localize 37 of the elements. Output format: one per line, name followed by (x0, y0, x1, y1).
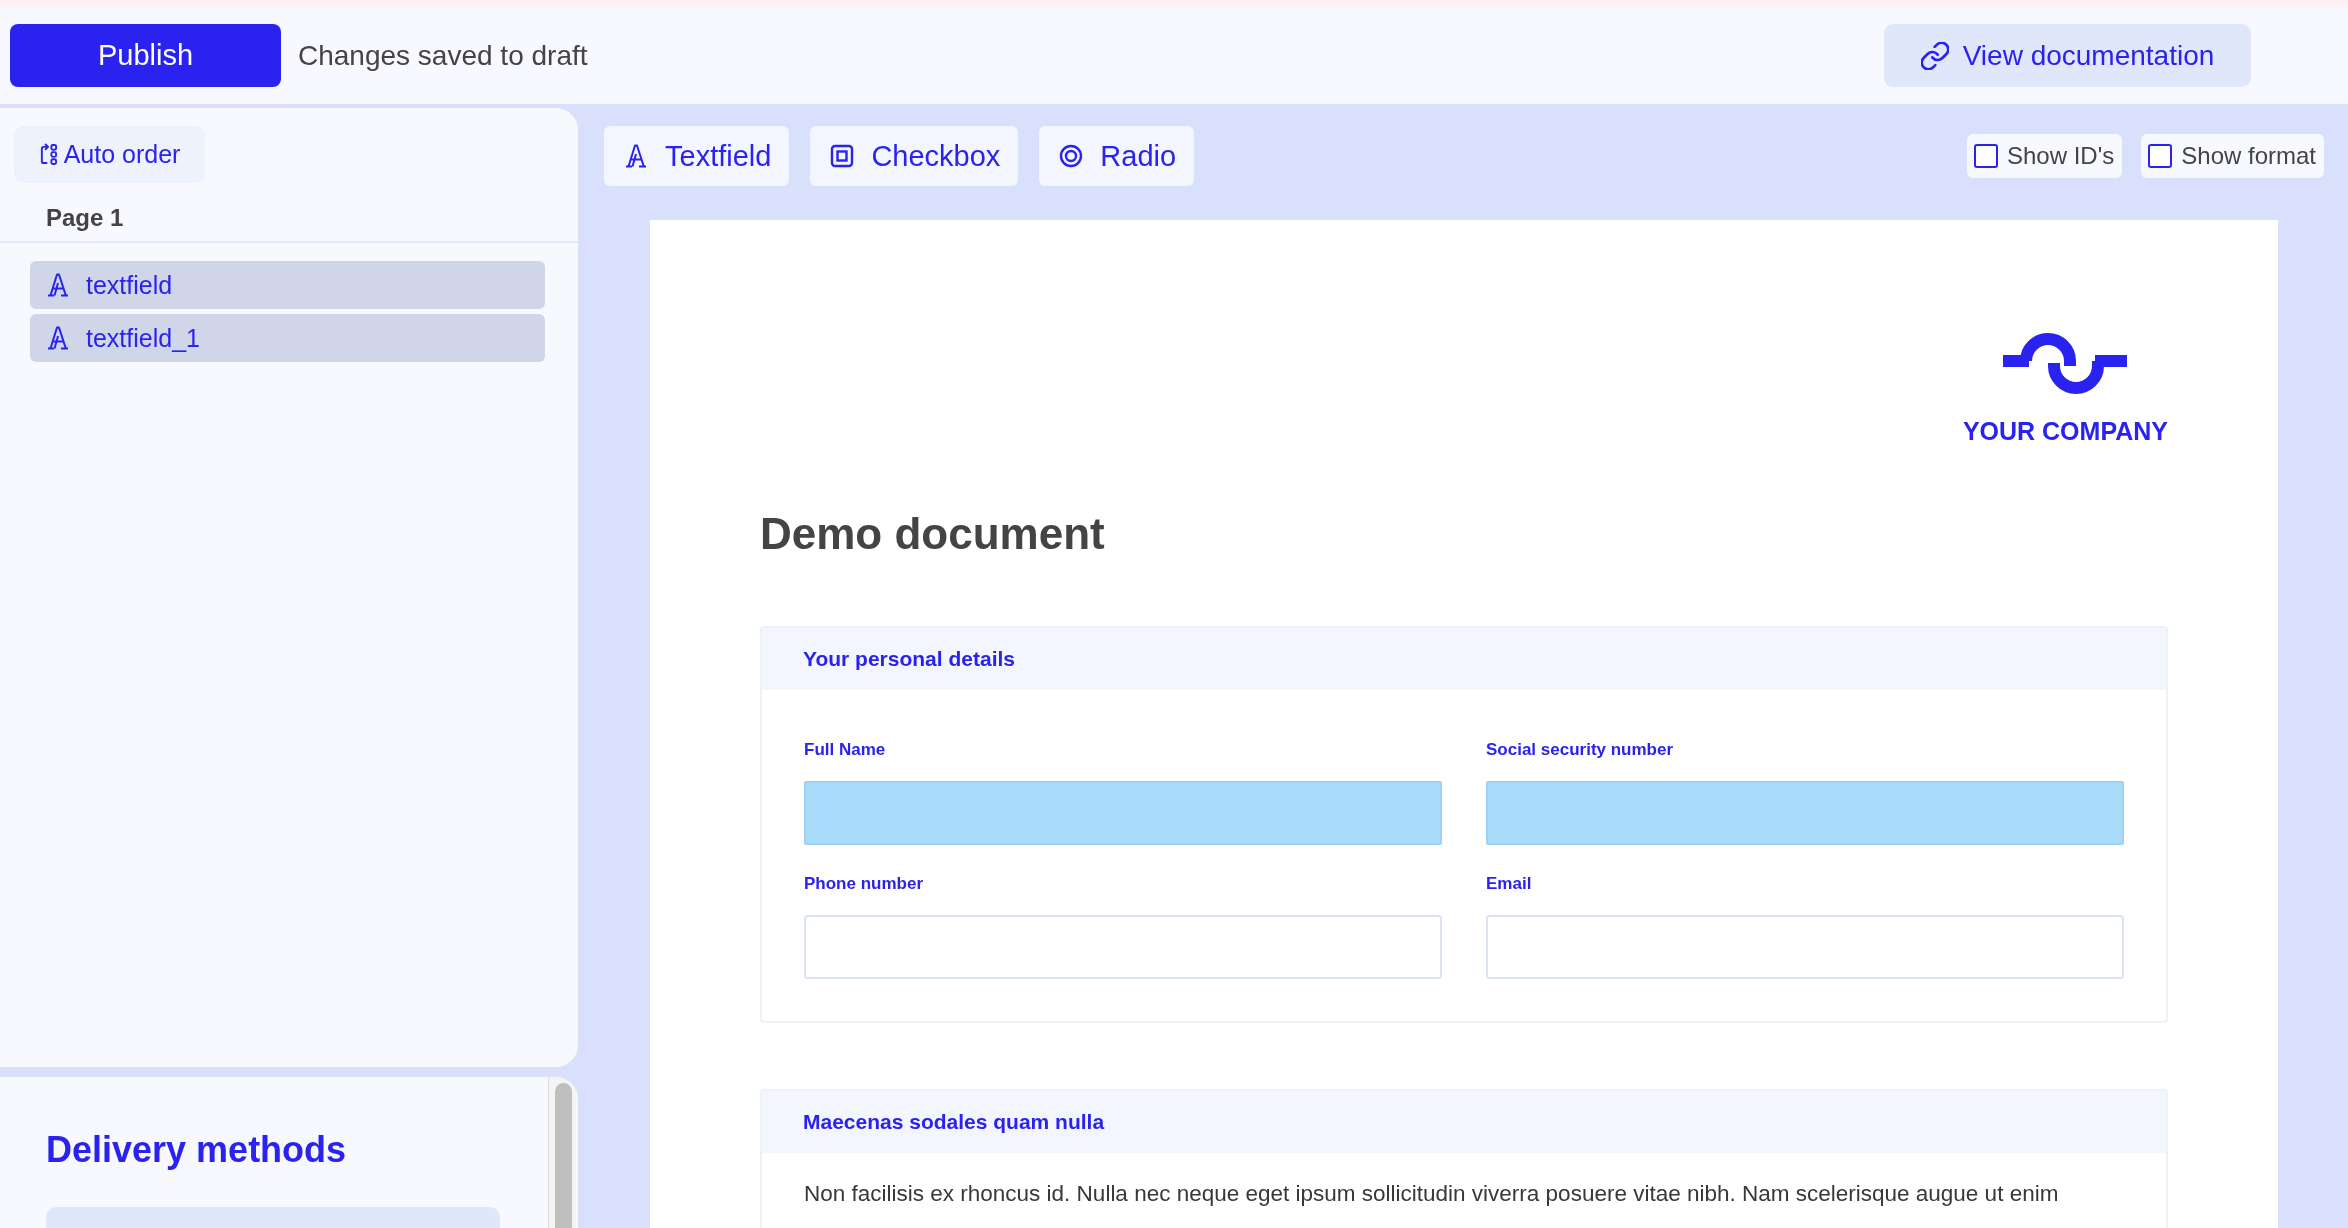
field-label: Email (1486, 873, 1533, 895)
field-label: Social security number (1486, 739, 1675, 761)
logo-text: YOUR COMPANY (1962, 416, 2168, 446)
sidebar-item[interactable]: textfield_1 (30, 314, 545, 362)
add-field-button[interactable]: Textfield (604, 126, 790, 186)
section-title: Maecenas sodales quam nulla (803, 1110, 1105, 1134)
scrollbar-track[interactable] (548, 1077, 576, 1228)
add-field-button[interactable]: Radio (1039, 126, 1195, 186)
input-field[interactable] (1486, 781, 2124, 845)
add-field-button[interactable]: Checkbox (810, 126, 1019, 186)
view-documentation-button[interactable]: View documentation (1884, 24, 2251, 87)
textfield-icon (46, 273, 70, 297)
delivery-methods-heading: Delivery methods (46, 1128, 348, 1172)
save-status-text: Changes saved to draft (298, 39, 588, 72)
field-label: Phone number (804, 873, 924, 895)
checkbox[interactable] (2148, 144, 2173, 168)
input-field[interactable] (1486, 915, 2124, 979)
sidebar-item[interactable]: textfield (30, 261, 545, 309)
input-field[interactable] (804, 781, 1442, 845)
textfield-icon (46, 326, 70, 350)
option-toggle[interactable]: Show format (2141, 134, 2324, 178)
link-icon (1920, 41, 1949, 70)
logo-icon (2003, 330, 2128, 396)
section-title: Your personal details (803, 647, 1015, 671)
checkbox-icon (830, 144, 855, 168)
publish-button[interactable]: Publish (10, 24, 281, 87)
auto-order-button[interactable]: Auto order (14, 126, 205, 183)
field-label: Full Name (804, 739, 887, 761)
auto-order-icon (38, 142, 58, 167)
page-heading: Page 1 (46, 203, 125, 233)
option-toggle[interactable]: Show ID's (1967, 134, 2123, 178)
document-title: Demo document (760, 508, 1106, 560)
radio-icon (1059, 144, 1084, 168)
checkbox[interactable] (1974, 144, 1998, 168)
textfield-icon (624, 144, 648, 168)
section-paragraph: Non facilisis ex rhoncus id. Nulla nec neque eget ipsum sollicitudin viverra posuere vitae nibh. Nam scelerisque augue ut enim (804, 1180, 2060, 1208)
input-field[interactable] (804, 915, 1442, 979)
